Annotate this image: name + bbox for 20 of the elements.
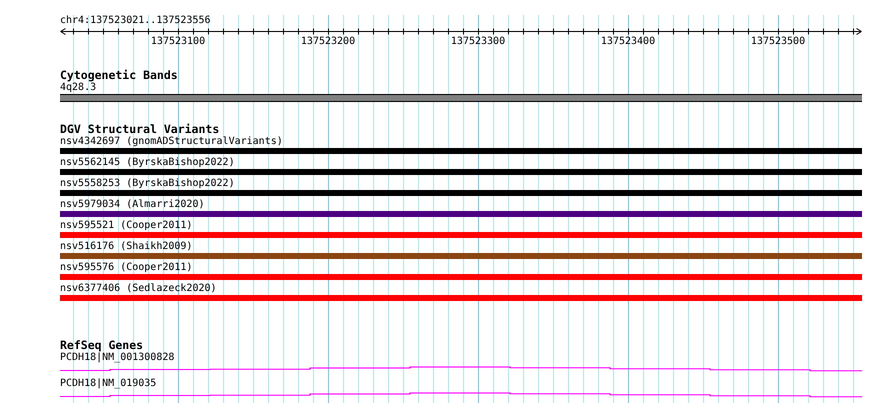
- track-title: DGV Structural Variants: [60, 123, 220, 135]
- gene-label: PCDH18|NM_019035: [60, 378, 156, 390]
- variant-label: nsv595576 (Cooper2011): [60, 262, 192, 274]
- tick-label: 137523100: [150, 36, 206, 47]
- variant-label: nsv516176 (Shaikh2009): [60, 241, 192, 253]
- variant-label: nsv4342697 (gnomADStructuralVariants): [60, 136, 283, 148]
- variant-label: nsv5558253 (ByrskaBishop2022): [60, 178, 235, 190]
- tick-label: 137523200: [300, 36, 356, 47]
- band-label: 4q28.3: [60, 82, 96, 94]
- tick-label: 137523300: [450, 36, 506, 47]
- gene-label: PCDH18|NM_001300828: [60, 352, 174, 364]
- location-label: chr4:137523021..137523556: [60, 15, 211, 27]
- tick-label: 137523400: [600, 36, 656, 47]
- track-title: Cytogenetic Bands: [60, 69, 178, 81]
- variant-label: nsv6377406 (Sedlazeck2020): [60, 283, 217, 295]
- track-title: RefSeq Genes: [60, 339, 144, 351]
- variant-label: nsv5562145 (ByrskaBishop2022): [60, 157, 235, 169]
- variant-label: nsv5979034 (Almarri2020): [60, 199, 204, 211]
- variant-label: nsv595521 (Cooper2011): [60, 220, 192, 232]
- tick-label: 137523500: [750, 36, 806, 47]
